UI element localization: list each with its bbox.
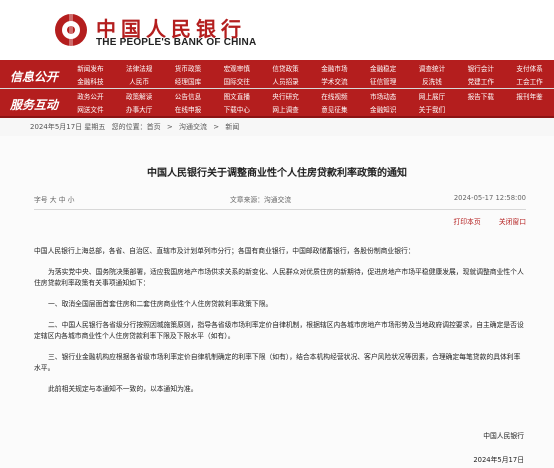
article-meta: 字号 大 中 小 文章来源：沟通交流 2024-05-17 12:58:00 — [34, 194, 526, 208]
article-title: 中国人民银行关于调整商业性个人住房贷款利率政策的通知 — [147, 168, 407, 179]
site-header: 中国人民银行 THE PEOPLE'S BANK OF CHINA — [0, 0, 554, 60]
article-sign-date: 2024年5月17日 — [473, 456, 524, 464]
breadcrumb-item[interactable]: 新闻 — [225, 123, 239, 131]
breadcrumb-item[interactable]: 您的位置：首页 — [112, 123, 161, 131]
nav-section-info-disclosure[interactable]: 信息公开 — [10, 68, 58, 85]
close-window-button[interactable]: 关闭窗口 — [499, 218, 526, 226]
nav-item[interactable]: 国际交往 — [212, 76, 261, 89]
article-container: 中国人民银行关于调整商业性个人住房贷款利率政策的通知 字号 大 中 小 文章来源… — [0, 136, 554, 468]
nav-item[interactable]: 政策解读 — [115, 91, 164, 104]
nav-item[interactable]: 报刊年鉴 — [505, 91, 554, 104]
breadcrumb-item[interactable]: 沟通交流 — [179, 123, 207, 131]
article-source: 文章来源：沟通交流 — [230, 196, 292, 204]
nav-item[interactable]: 报告下载 — [456, 91, 505, 104]
article-paragraph: 为落实党中央、国务院决策部署，适应我国房地产市场供求关系的新变化、人民群众对优质… — [34, 268, 524, 287]
nav-item[interactable]: 市场动态 — [359, 91, 408, 104]
article-body: 中国人民银行上海总部，各省、自治区、直辖市及计划单列市分行；各国有商业银行，中国… — [34, 246, 526, 405]
print-button[interactable]: 打印本页 — [453, 218, 480, 226]
nav-item[interactable]: 征信管理 — [359, 76, 408, 89]
nav-item[interactable]: 金融稳定 — [359, 63, 408, 76]
nav-item[interactable]: 公告信息 — [164, 91, 213, 104]
nav-section-service-interaction[interactable]: 服务互动 — [10, 96, 58, 113]
article-paragraph: 此前相关规定与本通知不一致的，以本通知为准。 — [48, 385, 198, 393]
nav-item[interactable]: 学术交流 — [310, 76, 359, 89]
font-size-control[interactable]: 字号 大 中 小 — [34, 194, 74, 204]
nav-item[interactable]: 新闻发布 — [66, 63, 115, 76]
bank-name-en: THE PEOPLE'S BANK OF CHINA — [96, 37, 257, 48]
nav-item[interactable]: 支付体系 — [505, 63, 554, 76]
article-tools: 打印本页 关闭窗口 — [437, 216, 526, 226]
nav-item[interactable]: 宏观审慎 — [212, 63, 261, 76]
nav-item[interactable]: 反洗钱 — [408, 76, 457, 89]
publish-date: 2024-05-17 12:58:00 — [453, 194, 526, 202]
breadcrumb: 2024年5月17日 星期五 您的位置：首页 > 沟通交流 > 新闻 — [30, 122, 243, 132]
nav-item[interactable]: 网上展厅 — [408, 91, 457, 104]
nav-item[interactable]: 货币政策 — [164, 63, 213, 76]
main-navigation: 信息公开 服务互动 新闻发布 法律法规 货币政策 宏观审慎 信贷政策 金融市场 … — [0, 60, 554, 118]
article-paragraph: 三、银行业金融机构应根据各省级市场利率定价自律机制确定的利率下限（如有），结合本… — [34, 353, 521, 372]
nav-row: 新闻发布 法律法规 货币政策 宏观审慎 信贷政策 金融市场 金融稳定 调查统计 … — [66, 63, 554, 76]
nav-item[interactable]: 人民币 — [115, 76, 164, 89]
breadcrumb-bar: 2024年5月17日 星期五 您的位置：首页 > 沟通交流 > 新闻 — [0, 118, 554, 137]
nav-item[interactable]: 政务公开 — [66, 91, 115, 104]
nav-row: 金融科技 人民币 经理国库 国际交往 人员招录 学术交流 征信管理 反洗钱 党建… — [66, 76, 554, 89]
breadcrumb-separator: > — [166, 123, 173, 131]
nav-item[interactable]: 信贷政策 — [261, 63, 310, 76]
article-paragraph: 一、取消全国层面首套住房和二套住房商业性个人住房贷款利率政策下限。 — [48, 300, 273, 308]
breadcrumb-separator: > — [213, 123, 220, 131]
nav-item[interactable]: 图文直播 — [212, 91, 261, 104]
nav-link-grid: 新闻发布 法律法规 货币政策 宏观审慎 信贷政策 金融市场 金融稳定 调查统计 … — [66, 63, 554, 117]
article-signature: 中国人民银行 — [483, 432, 524, 440]
current-date: 2024年5月17日 星期五 — [30, 123, 106, 131]
nav-item[interactable]: 金融市场 — [310, 63, 359, 76]
nav-item[interactable]: 法律法规 — [115, 63, 164, 76]
meta-divider — [34, 209, 526, 210]
nav-item[interactable]: 经理国库 — [164, 76, 213, 89]
nav-item[interactable]: 金融科技 — [66, 76, 115, 89]
article-paragraph: 二、中国人民银行各省级分行按照因城施策原则，指导各省级市场利率定价自律机制，根据… — [34, 321, 524, 340]
article-addressee: 中国人民银行上海总部，各省、自治区、直辖市及计划单列市分行；各国有商业银行，中国… — [34, 247, 415, 255]
nav-item[interactable]: 调查统计 — [408, 63, 457, 76]
nav-item[interactable]: 人员招录 — [261, 76, 310, 89]
pboc-logo-icon — [55, 13, 87, 47]
nav-item[interactable]: 工会工作 — [505, 76, 554, 89]
nav-item[interactable]: 党建工作 — [456, 76, 505, 89]
nav-item[interactable]: 央行研究 — [261, 91, 310, 104]
nav-item[interactable]: 银行会计 — [456, 63, 505, 76]
nav-item[interactable]: 在线视频 — [310, 91, 359, 104]
nav-row: 政务公开 政策解读 公告信息 图文直播 央行研究 在线视频 市场动态 网上展厅 … — [66, 91, 554, 104]
